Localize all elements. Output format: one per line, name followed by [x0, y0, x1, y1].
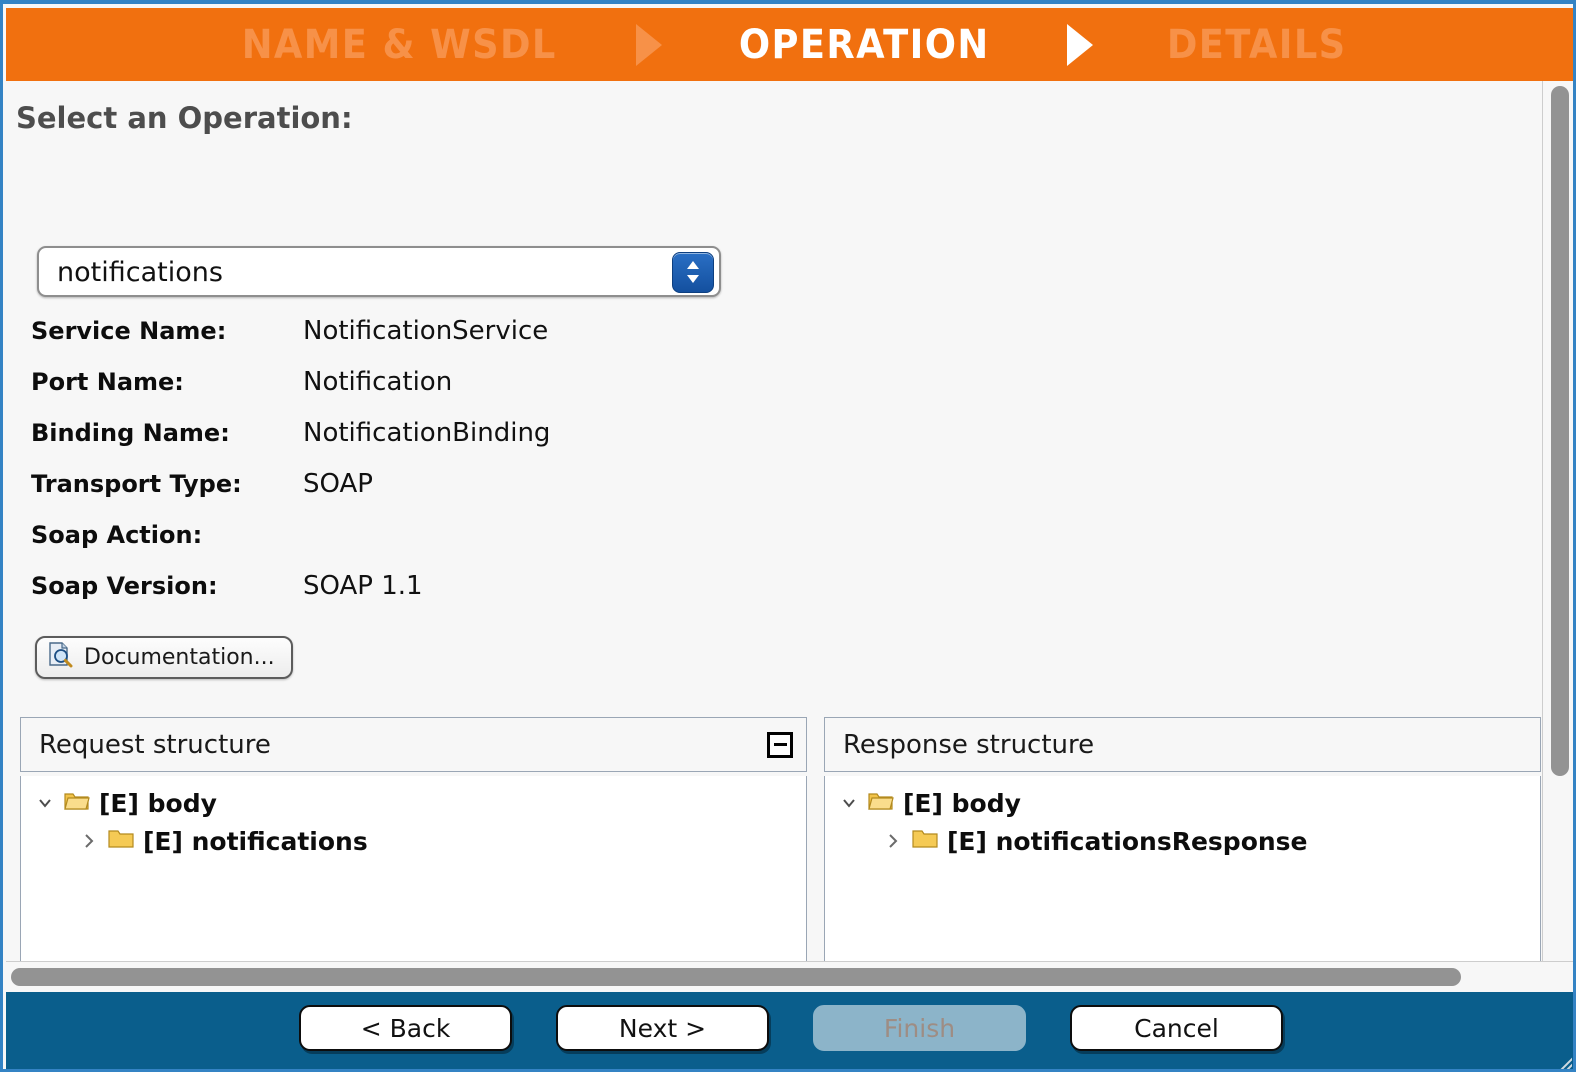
tree-node-label: [E] notificationsResponse	[947, 826, 1308, 856]
info-label: Service Name:	[31, 317, 227, 345]
info-label: Transport Type:	[31, 470, 242, 498]
finish-button: Finish	[813, 1005, 1026, 1051]
vertical-scrollbar[interactable]	[1542, 81, 1573, 961]
request-structure-panel: Request structure [E] body [E] notificat…	[20, 717, 807, 961]
page-title: Select an Operation:	[16, 101, 353, 135]
info-value: SOAP 1.1	[303, 571, 423, 601]
tree-node[interactable]: [E] notifications	[21, 822, 806, 860]
info-row: Transport Type: SOAP	[31, 469, 931, 520]
folder-closed-icon	[912, 828, 938, 855]
info-row: Binding Name: NotificationBinding	[31, 418, 931, 469]
info-row: Soap Version: SOAP 1.1	[31, 571, 931, 622]
request-structure-title: Request structure	[39, 729, 271, 760]
tree-node[interactable]: [E] body	[21, 784, 806, 822]
minus-box-icon[interactable]	[767, 731, 793, 758]
footer-button-group: < Back Next > Finish Cancel	[6, 1005, 1573, 1051]
vertical-scrollbar-thumb[interactable]	[1551, 86, 1569, 776]
wizard-breadcrumb: NAME & WSDL OPERATION DETAILS	[6, 8, 1573, 81]
resize-grip-icon[interactable]	[1550, 1048, 1572, 1069]
info-value: Notification	[303, 367, 453, 397]
wizard-footer: < Back Next > Finish Cancel	[6, 992, 1573, 1069]
wizard-window: NAME & WSDL OPERATION DETAILS Select an …	[0, 0, 1576, 1072]
chevron-right-icon	[636, 23, 663, 66]
chevron-right-icon[interactable]	[883, 831, 903, 851]
tree-node[interactable]: [E] body	[825, 784, 1540, 822]
request-structure-header: Request structure	[20, 717, 807, 772]
chevron-right-icon[interactable]	[79, 831, 99, 851]
tree-node[interactable]: [E] notificationsResponse	[825, 822, 1540, 860]
info-label: Binding Name:	[31, 419, 230, 447]
breadcrumb-step-name-wsdl[interactable]: NAME & WSDL	[242, 22, 557, 68]
documentation-button-label: Documentation...	[84, 645, 275, 670]
info-value: SOAP	[303, 469, 373, 499]
response-structure-title: Response structure	[843, 729, 1095, 760]
breadcrumb-step-operation[interactable]: OPERATION	[739, 22, 990, 68]
info-label: Soap Version:	[31, 572, 218, 600]
response-structure-panel: Response structure [E] body [E] notifica…	[824, 717, 1541, 961]
chevron-right-icon	[1066, 23, 1093, 66]
response-structure-header: Response structure	[824, 717, 1541, 772]
info-row: Service Name: NotificationService	[31, 316, 931, 367]
stepper-up-down-icon[interactable]	[672, 252, 714, 293]
tree-node-label: [E] notifications	[143, 826, 368, 856]
info-row: Soap Action:	[31, 520, 931, 571]
folder-closed-icon	[108, 828, 134, 855]
folder-open-icon	[64, 790, 90, 817]
operation-select[interactable]: notifications	[37, 246, 721, 297]
chevron-down-icon[interactable]	[839, 793, 859, 813]
horizontal-scrollbar[interactable]	[6, 961, 1573, 992]
info-label: Port Name:	[31, 368, 184, 396]
operation-info-table: Service Name: NotificationService Port N…	[31, 316, 931, 622]
request-structure-tree[interactable]: [E] body [E] notifications	[20, 776, 807, 961]
tree-node-label: [E] body	[99, 788, 217, 818]
info-label: Soap Action:	[31, 521, 203, 549]
operation-select-value: notifications	[57, 257, 223, 288]
response-structure-tree[interactable]: [E] body [E] notificationsResponse	[824, 776, 1541, 961]
back-button[interactable]: < Back	[299, 1005, 512, 1051]
horizontal-scrollbar-thumb[interactable]	[11, 968, 1461, 986]
content-area: Select an Operation: notifications Servi…	[6, 81, 1542, 961]
tree-node-label: [E] body	[903, 788, 1021, 818]
documentation-button[interactable]: Documentation...	[35, 636, 293, 679]
info-value: NotificationService	[303, 316, 549, 346]
cancel-button[interactable]: Cancel	[1070, 1005, 1283, 1051]
chevron-down-icon[interactable]	[35, 793, 55, 813]
info-row: Port Name: Notification	[31, 367, 931, 418]
breadcrumb-step-details[interactable]: DETAILS	[1167, 22, 1347, 68]
folder-open-icon	[868, 790, 894, 817]
next-button[interactable]: Next >	[556, 1005, 769, 1051]
info-value: NotificationBinding	[303, 418, 551, 448]
document-search-icon	[47, 641, 73, 674]
